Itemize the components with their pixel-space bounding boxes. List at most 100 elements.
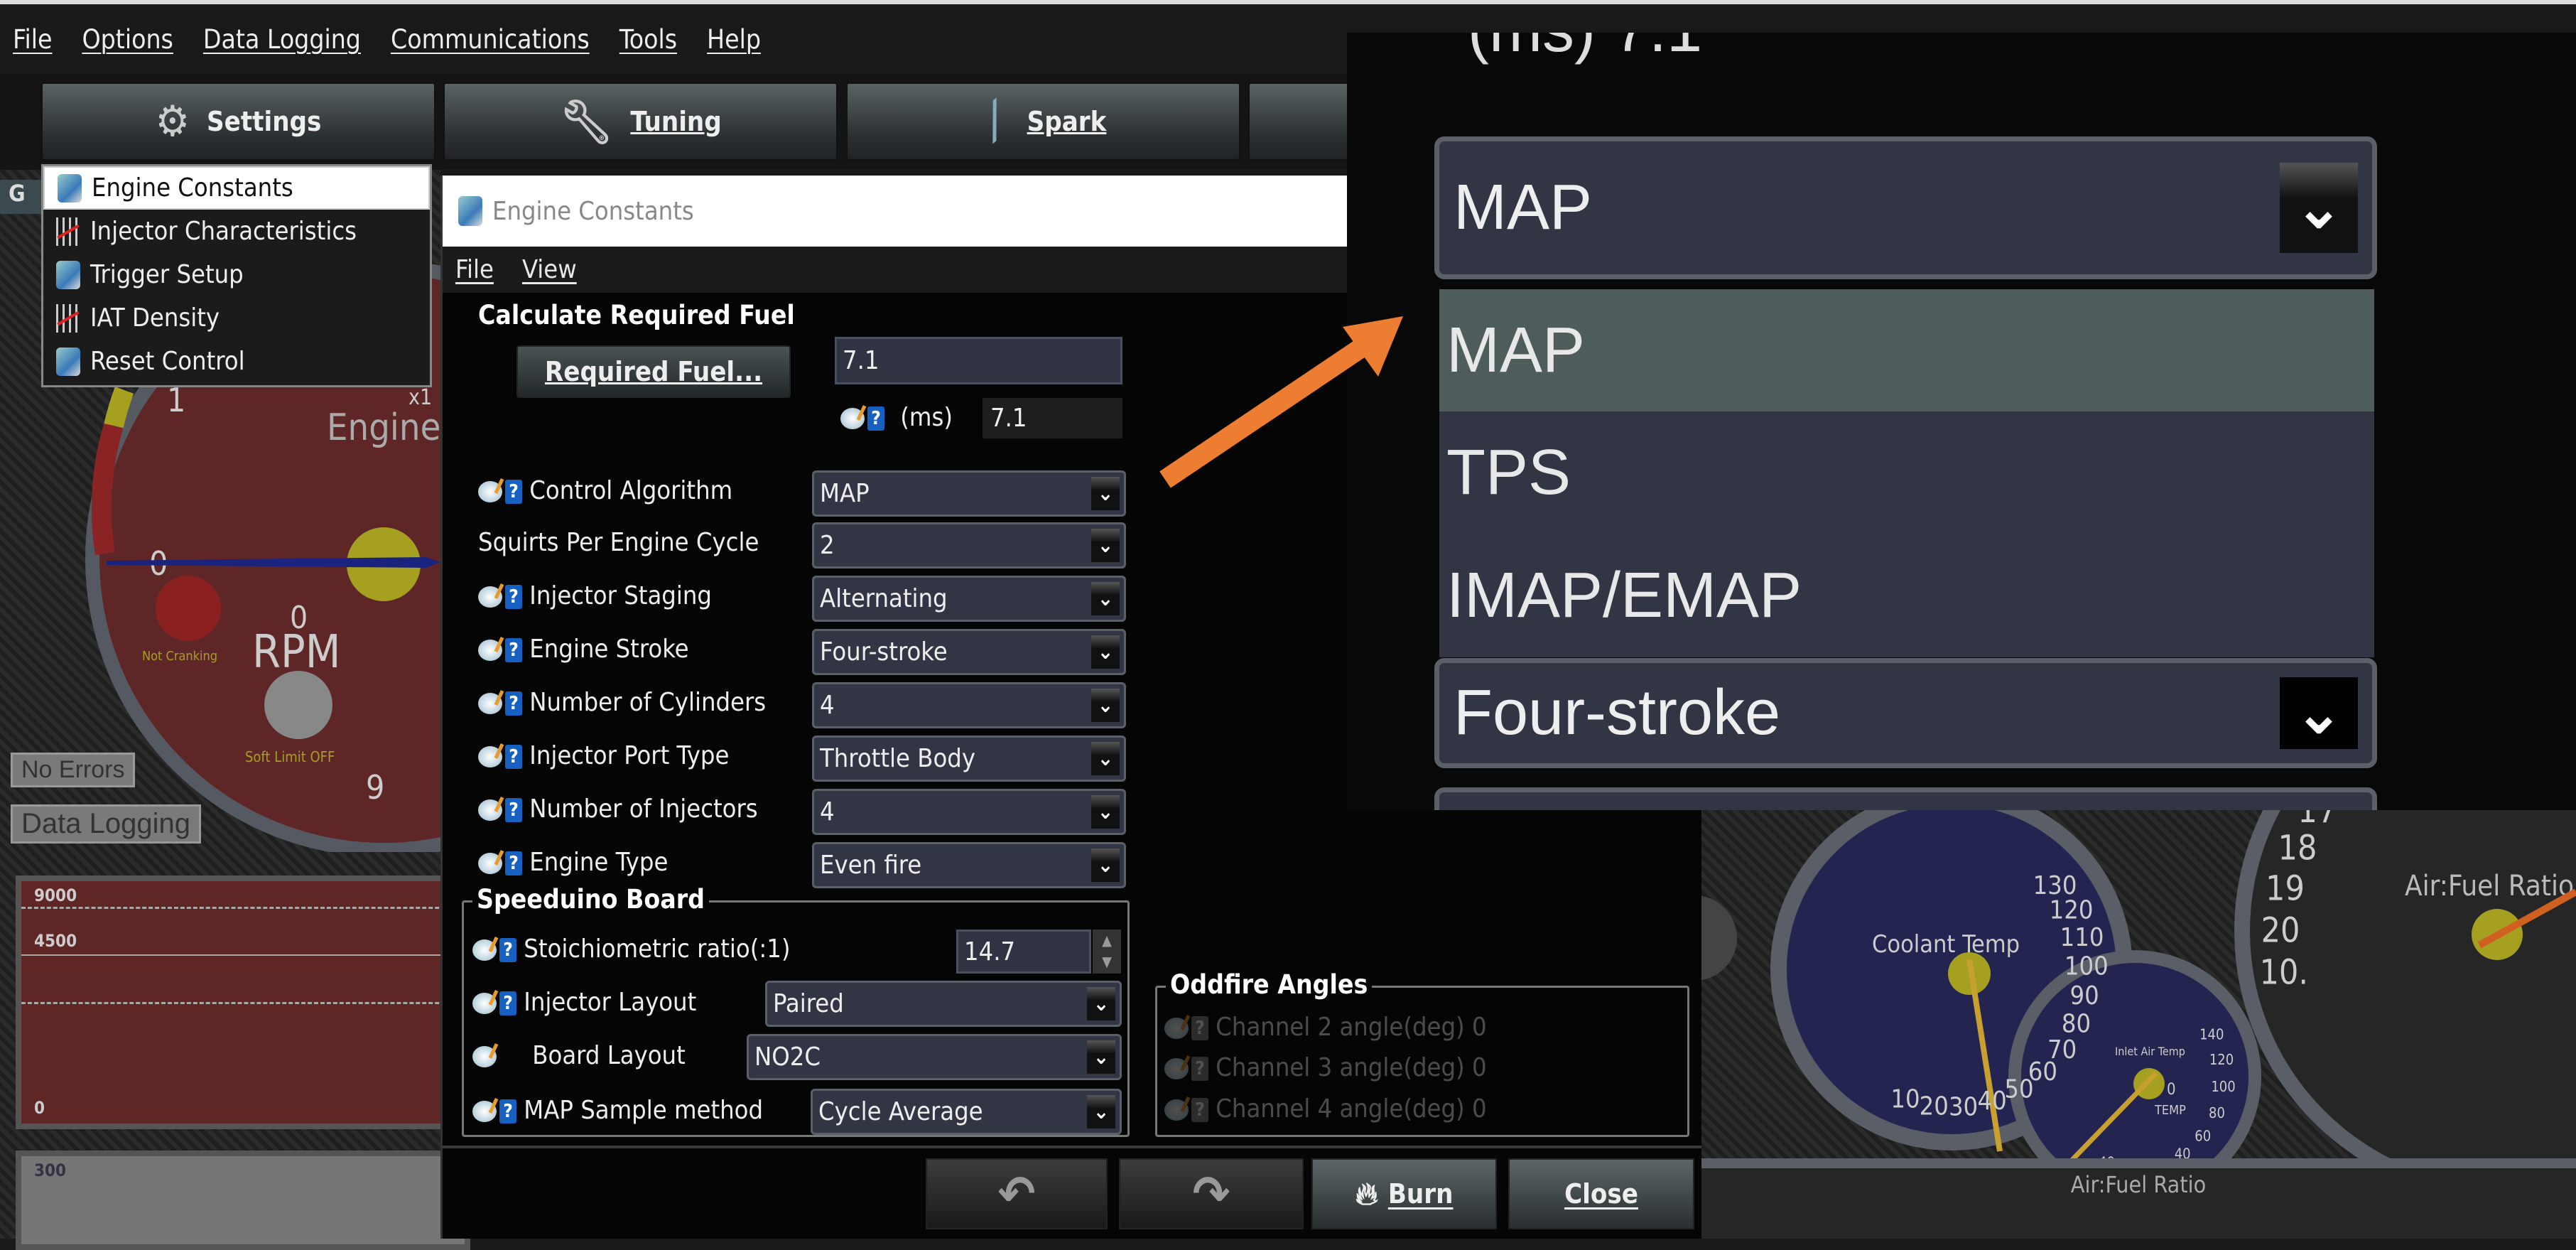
menu-item-label: Reset Control xyxy=(90,347,245,376)
row-select[interactable]: Four-stroke ⌄ xyxy=(812,629,1126,675)
board-layout-label: Board Layout xyxy=(532,1041,686,1070)
menu-data-logging[interactable]: Data Logging xyxy=(203,24,361,55)
row-select[interactable]: Even fire ⌄ xyxy=(812,842,1126,888)
chevron-down-icon: ⌄ xyxy=(1091,529,1120,562)
required-fuel-input[interactable]: 7.1 xyxy=(835,337,1122,384)
chevron-down-icon: ⌄ xyxy=(2280,163,2358,253)
inset-control-algorithm-select[interactable]: MAP ⌄ xyxy=(1434,136,2377,279)
dialog-menu-view[interactable]: View xyxy=(522,255,577,284)
menu-communications[interactable]: Communications xyxy=(391,24,590,55)
edit-note-icon[interactable] xyxy=(472,1101,497,1122)
channel4-value[interactable]: 0 xyxy=(1472,1094,1487,1124)
help-icon[interactable]: ? xyxy=(505,851,522,875)
burn-button[interactable]: 🔥︎ Burn xyxy=(1311,1158,1497,1229)
menu-help[interactable]: Help xyxy=(707,24,761,55)
iat-tick-label: 80 xyxy=(2209,1104,2225,1121)
menu-item-injector-characteristics[interactable]: Injector Characteristics xyxy=(43,210,430,253)
trend-max-label: 9000 xyxy=(34,885,77,905)
select-value: Four-stroke xyxy=(820,637,948,667)
afr-tick-label: 20 xyxy=(2261,910,2300,950)
channel3-value[interactable]: 0 xyxy=(1472,1053,1487,1082)
edit-note-icon[interactable] xyxy=(478,481,502,502)
chevron-down-icon: ⌄ xyxy=(1091,477,1120,510)
row-select[interactable]: 4 ⌄ xyxy=(812,789,1126,835)
help-icon[interactable]: ? xyxy=(505,638,522,662)
no-errors-status[interactable]: No Errors xyxy=(11,753,136,787)
help-icon[interactable]: ? xyxy=(499,991,516,1015)
dialog-menu-file[interactable]: File xyxy=(455,255,494,284)
help-icon[interactable]: ? xyxy=(499,938,516,962)
edit-note-icon[interactable] xyxy=(472,939,497,961)
rpm-gauge-title: Engine xyxy=(327,406,440,449)
chevron-down-icon: ⌄ xyxy=(1091,635,1120,669)
stoich-label: Stoichiometric ratio(:1) xyxy=(524,934,791,964)
redo-button[interactable]: ↷ xyxy=(1119,1158,1304,1229)
menu-item-trigger-setup[interactable]: Trigger Setup xyxy=(43,253,430,296)
iat-tick-label: 120 xyxy=(2209,1051,2234,1068)
help-icon[interactable]: ? xyxy=(505,480,522,504)
option-tps[interactable]: TPS xyxy=(1439,411,2374,534)
wrench-icon: 🔧︎ xyxy=(559,97,614,147)
menu-options[interactable]: Options xyxy=(82,24,173,55)
map-sample-select[interactable]: Cycle Average ⌄ xyxy=(811,1089,1122,1135)
settings-button[interactable]: ⚙ Settings xyxy=(41,82,435,161)
edit-note-icon[interactable] xyxy=(478,640,502,661)
row-select[interactable]: Alternating ⌄ xyxy=(812,576,1126,622)
stoich-spinner[interactable]: ▲ ▼ xyxy=(1093,930,1121,974)
help-icon[interactable]: ? xyxy=(505,691,522,716)
select-value: MAP xyxy=(1454,172,1593,243)
menu-tools[interactable]: Tools xyxy=(619,24,677,55)
help-icon[interactable]: ? xyxy=(867,406,884,431)
edit-note-icon[interactable] xyxy=(478,799,502,821)
help-icon[interactable]: ? xyxy=(505,745,522,769)
spark-button[interactable]: ⟋ Spark xyxy=(846,82,1240,161)
trend-gridline xyxy=(21,954,465,956)
edit-note-icon xyxy=(1164,1018,1189,1039)
menu-item-reset-control[interactable]: Reset Control xyxy=(43,340,430,383)
edit-note-icon[interactable] xyxy=(472,993,497,1014)
edit-note-icon[interactable] xyxy=(840,408,865,429)
tuning-button[interactable]: 🔧︎ Tuning xyxy=(443,82,838,161)
chevron-down-icon: ⌄ xyxy=(1091,795,1120,829)
menu-item-iat-density[interactable]: IAT Density xyxy=(43,296,430,340)
row-select[interactable]: 4 ⌄ xyxy=(812,682,1126,728)
help-icon[interactable]: ? xyxy=(499,1099,516,1124)
iat-tick-label: 100 xyxy=(2211,1078,2235,1095)
edit-note-icon[interactable] xyxy=(472,1046,497,1067)
rpm-trend-chart: 9000 4500 0 xyxy=(16,875,470,1129)
channel2-value[interactable]: 0 xyxy=(1472,1013,1487,1042)
menu-item-engine-constants[interactable]: Engine Constants xyxy=(43,166,430,210)
data-logging-button[interactable]: Data Logging xyxy=(11,804,201,844)
edit-note-icon xyxy=(1164,1058,1189,1079)
edit-note-icon[interactable] xyxy=(478,746,502,767)
undo-icon: ↶ xyxy=(997,1165,1036,1223)
row-label: Engine Stroke xyxy=(529,635,689,664)
option-map[interactable]: MAP xyxy=(1439,289,2374,411)
help-icon[interactable]: ? xyxy=(505,798,522,822)
row-select[interactable]: Throttle Body ⌄ xyxy=(812,736,1126,782)
option-imap-emap[interactable]: IMAP/EMAP xyxy=(1439,534,2374,657)
row-label-group: ? Injector Staging xyxy=(478,581,712,610)
edit-note-icon[interactable] xyxy=(478,586,502,608)
select-value: 2 xyxy=(820,531,835,560)
row-select[interactable]: MAP ⌄ xyxy=(812,470,1126,517)
board-layout-select[interactable]: NO2C ⌄ xyxy=(747,1034,1122,1080)
edit-note-icon[interactable] xyxy=(478,693,502,714)
injector-layout-select[interactable]: Paired ⌄ xyxy=(765,981,1122,1027)
help-icon[interactable]: ? xyxy=(505,585,522,609)
coolant-tick-label: 100 xyxy=(2064,952,2109,981)
inset-options-list: MAP TPS IMAP/EMAP xyxy=(1439,289,2374,657)
cranking-label: Not Cranking xyxy=(142,649,217,664)
close-button[interactable]: Close xyxy=(1508,1158,1694,1229)
stoich-input[interactable]: 14.7 xyxy=(956,930,1091,974)
inset-engine-stroke-select[interactable]: Four-stroke ⌄ xyxy=(1434,658,2377,768)
undo-button[interactable]: ↶ xyxy=(926,1158,1108,1229)
button-bar-divider xyxy=(443,1146,1701,1148)
row-select[interactable]: 2 ⌄ xyxy=(812,522,1126,569)
edit-note-icon[interactable] xyxy=(478,853,502,874)
menu-item-label: IAT Density xyxy=(90,303,220,333)
menu-file[interactable]: File xyxy=(13,24,52,55)
iat-value: 0 xyxy=(2167,1081,2176,1099)
required-fuel-button[interactable]: Required Fuel... xyxy=(516,345,791,398)
iat-title: Inlet Air Temp xyxy=(2115,1045,2185,1058)
